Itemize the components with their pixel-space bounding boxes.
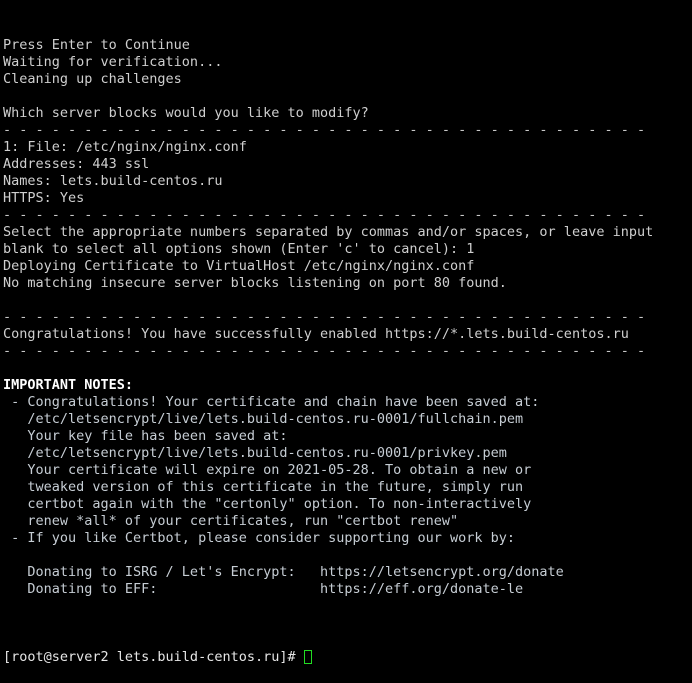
note-line: tweaked version of this certificate in t… (3, 479, 524, 495)
output-line: Press Enter to Continue (3, 37, 190, 53)
note-line: Donating to ISRG / Let's Encrypt: https:… (3, 564, 564, 580)
output-line: Which server blocks would you like to mo… (3, 105, 369, 121)
output-line: blank to select all options shown (Enter… (3, 241, 475, 257)
separator-line: - - - - - - - - - - - - - - - - - - - - … (3, 309, 646, 325)
terminal-window[interactable]: Press Enter to Continue Waiting for verif… (0, 0, 692, 665)
output-line: Addresses: 443 ssl (3, 156, 150, 172)
important-notes-heading: IMPORTANT NOTES: (3, 377, 134, 393)
text-cursor[interactable] (303, 650, 312, 664)
output-line: No matching insecure server blocks liste… (3, 275, 507, 291)
note-line: /etc/letsencrypt/live/lets.build-centos.… (3, 445, 507, 461)
note-line: Your key file has been saved at: (3, 428, 288, 444)
note-line: - If you like Certbot, please consider s… (3, 530, 516, 546)
note-line: certbot again with the "certonly" option… (3, 496, 532, 512)
separator-line: - - - - - - - - - - - - - - - - - - - - … (3, 122, 646, 138)
separator-line: - - - - - - - - - - - - - - - - - - - - … (3, 207, 646, 223)
note-line: renew *all* of your certificates, run "c… (3, 513, 459, 529)
output-line: Congratulations! You have successfully e… (3, 326, 629, 342)
output-line: Waiting for verification... (3, 54, 223, 70)
shell-prompt-line[interactable]: [root@server2 lets.build-centos.ru]# (3, 649, 692, 666)
note-line: Donating to EFF: https://eff.org/donate-… (3, 581, 524, 597)
shell-prompt-text: [root@server2 lets.build-centos.ru]# (3, 649, 304, 665)
separator-line: - - - - - - - - - - - - - - - - - - - - … (3, 343, 646, 359)
output-line: Cleaning up challenges (3, 71, 182, 87)
note-line: Your certificate will expire on 2021-05-… (3, 462, 532, 478)
note-line: /etc/letsencrypt/live/lets.build-centos.… (3, 411, 524, 427)
note-line: - Congratulations! Your certificate and … (3, 394, 540, 410)
output-line: HTTPS: Yes (3, 190, 85, 206)
output-line: Deploying Certificate to VirtualHost /et… (3, 258, 475, 274)
output-line: Select the appropriate numbers separated… (3, 224, 654, 240)
output-line: 1: File: /etc/nginx/nginx.conf (3, 139, 247, 155)
terminal-output: Press Enter to Continue Waiting for verif… (3, 37, 692, 615)
output-line: Names: lets.build-centos.ru (3, 173, 223, 189)
